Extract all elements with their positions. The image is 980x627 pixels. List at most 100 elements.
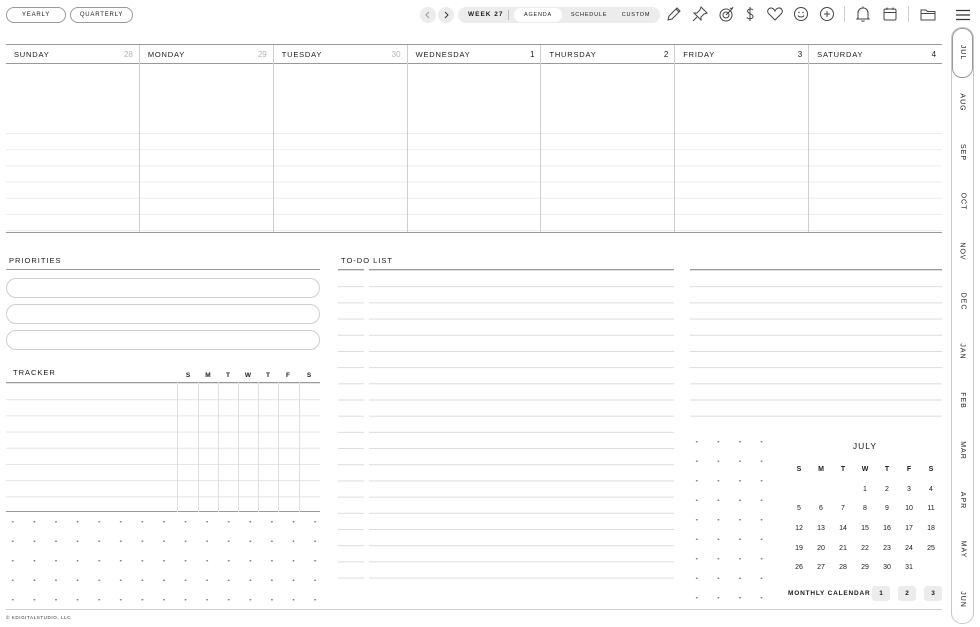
notes-lines[interactable] <box>690 269 942 431</box>
calendar-day[interactable]: 10 <box>898 499 920 519</box>
calendar-day[interactable]: 3 <box>898 480 920 500</box>
priority-field[interactable] <box>6 304 320 324</box>
calendar-day[interactable]: 5 <box>788 499 810 519</box>
month-tab-may[interactable]: MAY <box>952 525 973 575</box>
day-name: TUESDAY <box>281 49 323 59</box>
tab-custom[interactable]: CUSTOM <box>614 8 658 22</box>
calendar-day[interactable]: 12 <box>788 519 810 539</box>
calendar-day[interactable]: 8 <box>854 499 876 519</box>
quarterly-button[interactable]: QUARTERLY <box>70 7 133 23</box>
day-column[interactable]: THURSDAY 2 <box>541 45 676 232</box>
calendar-day[interactable]: 4 <box>920 480 942 500</box>
calendar-day[interactable]: 23 <box>876 538 898 558</box>
dot-grid[interactable] <box>686 432 774 608</box>
calendar-day[interactable]: 17 <box>898 519 920 539</box>
calendar-day[interactable]: 27 <box>810 558 832 578</box>
day-column[interactable]: WEDNESDAY 1 <box>407 45 542 232</box>
yearly-button[interactable]: YEARLY <box>6 7 66 23</box>
day-name: SUNDAY <box>14 49 50 59</box>
month-tab-label: MAY <box>959 541 966 559</box>
dot-grid[interactable] <box>2 512 326 608</box>
copyright: © KDIGITALSTUDIO, LLC <box>6 615 72 620</box>
calendar-day[interactable]: 20 <box>810 538 832 558</box>
month-tab-apr[interactable]: APR <box>952 475 973 525</box>
heart-icon[interactable] <box>765 4 785 24</box>
day-lines <box>273 133 407 232</box>
target-icon[interactable] <box>716 4 736 24</box>
month-tab-label: FEB <box>959 392 966 410</box>
day-column[interactable]: MONDAY 29 <box>139 45 274 232</box>
calendar-day <box>832 480 854 500</box>
plus-circle-icon[interactable] <box>817 4 837 24</box>
month-tab-label: JAN <box>958 342 966 360</box>
month-tab-aug[interactable]: AUG <box>952 78 973 128</box>
monthly-calendar-button-2[interactable]: 2 <box>898 586 916 601</box>
day-column[interactable]: TUESDAY 30 <box>273 45 408 232</box>
calendar-day[interactable]: 18 <box>920 519 942 539</box>
calendar-icon[interactable] <box>880 4 900 24</box>
month-tab-mar[interactable]: MAR <box>952 426 973 476</box>
calendar-day[interactable]: 13 <box>810 519 832 539</box>
day-name: THURSDAY <box>549 49 597 59</box>
calendar-day[interactable]: 16 <box>876 519 898 539</box>
tracker-grid[interactable] <box>6 382 320 512</box>
calendar-day[interactable]: 2 <box>876 480 898 500</box>
calendar-day[interactable]: 29 <box>854 558 876 578</box>
tab-agenda[interactable]: AGENDA <box>514 8 562 22</box>
day-column[interactable]: SATURDAY 4 <box>809 45 943 232</box>
day-column[interactable]: SUNDAY 28 <box>6 45 140 232</box>
tracker-title: TRACKER <box>13 368 56 377</box>
calendar-day[interactable]: 25 <box>920 538 942 558</box>
day-column[interactable]: FRIDAY 3 <box>675 45 810 232</box>
todo-lines[interactable] <box>369 269 674 593</box>
folder-icon[interactable] <box>918 4 938 24</box>
smiley-icon[interactable] <box>791 4 811 24</box>
calendar-day[interactable]: 31 <box>898 558 920 578</box>
month-tab-dec[interactable]: DEC <box>952 277 973 327</box>
pencil-icon[interactable] <box>664 4 684 24</box>
monthly-calendar-button-3[interactable]: 3 <box>924 586 942 601</box>
calendar-day[interactable]: 15 <box>854 519 876 539</box>
calendar-day[interactable]: 22 <box>854 538 876 558</box>
monthly-calendar-label: MONTHLY CALENDAR <box>788 590 871 597</box>
calendar-day[interactable]: 1 <box>854 480 876 500</box>
calendar-day[interactable]: 24 <box>898 538 920 558</box>
week-divider <box>508 10 509 20</box>
calendar-weekday: F <box>906 466 912 474</box>
calendar-day[interactable]: 9 <box>876 499 898 519</box>
calendar-day[interactable]: 30 <box>876 558 898 578</box>
calendar-day[interactable]: 19 <box>788 538 810 558</box>
menu-icon[interactable] <box>955 8 971 21</box>
month-tab-jan[interactable]: JAN <box>952 326 973 376</box>
calendar-day <box>810 480 832 500</box>
month-tab-oct[interactable]: OCT <box>952 177 973 227</box>
tab-schedule[interactable]: SCHEDULE <box>564 8 614 22</box>
priority-field[interactable] <box>6 330 320 350</box>
footer-rule <box>6 609 942 610</box>
calendar-day[interactable]: 28 <box>832 558 854 578</box>
calendar-day[interactable]: 14 <box>832 519 854 539</box>
bell-icon[interactable] <box>853 4 873 24</box>
month-tab-jun[interactable]: JUN <box>952 575 973 625</box>
dollar-icon[interactable] <box>740 4 760 24</box>
month-tab-sep[interactable]: SEP <box>952 127 973 177</box>
calendar-day[interactable]: 7 <box>832 499 854 519</box>
month-tab-feb[interactable]: FEB <box>952 376 973 426</box>
month-tab-label: JUN <box>959 591 966 608</box>
tracker-column-line <box>177 382 178 512</box>
prev-week-button[interactable] <box>420 7 436 23</box>
month-tab-jul[interactable]: JUL <box>952 28 973 78</box>
next-week-button[interactable] <box>438 7 454 23</box>
calendar-day[interactable]: 6 <box>810 499 832 519</box>
month-tab-nov[interactable]: NOV <box>952 227 973 277</box>
calendar-weekday: S <box>928 466 934 474</box>
todo-checkbox-column[interactable] <box>338 269 364 593</box>
day-number: 1 <box>529 49 535 59</box>
pushpin-icon[interactable] <box>690 4 710 24</box>
tracker-day-label: S <box>306 372 312 379</box>
priority-field[interactable] <box>6 278 320 298</box>
calendar-day[interactable]: 26 <box>788 558 810 578</box>
calendar-day[interactable]: 11 <box>920 499 942 519</box>
monthly-calendar-button-1[interactable]: 1 <box>872 586 890 601</box>
calendar-day[interactable]: 21 <box>832 538 854 558</box>
